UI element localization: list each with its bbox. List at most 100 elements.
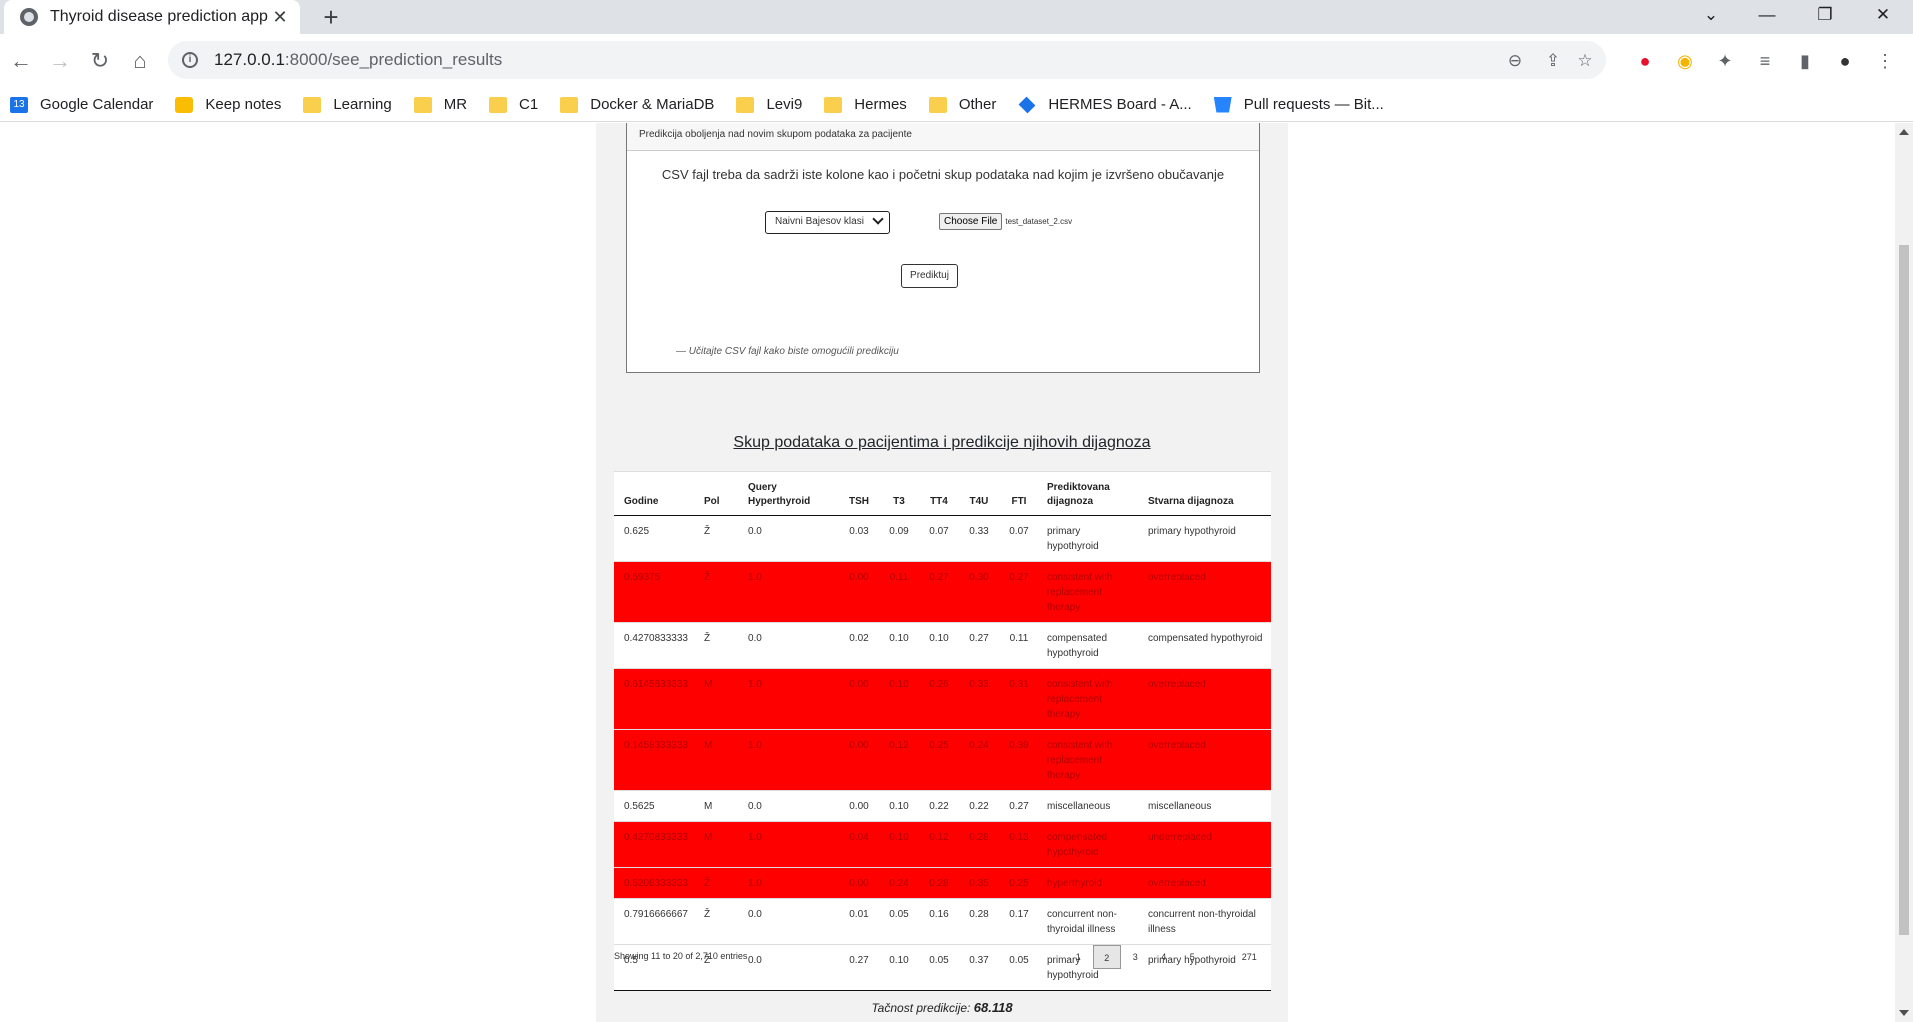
cell-sex: Ž	[693, 867, 738, 899]
bookmark-keep-notes[interactable]: Keep notes	[175, 96, 281, 113]
hermes-icon	[1018, 96, 1036, 113]
forward-button[interactable]: →	[45, 46, 75, 76]
restore-button[interactable]: ❐	[1802, 0, 1848, 30]
cell-query-hyperthyroid: 0.0	[737, 622, 837, 669]
model-select[interactable]: Naivni Bajesov klasi	[765, 211, 890, 234]
scroll-down-icon[interactable]	[1899, 1010, 1909, 1016]
browser-tab[interactable]: Thyroid disease prediction app ✕	[4, 0, 300, 34]
back-button[interactable]: ←	[6, 46, 36, 76]
table-row: 0.4270833333 M 1.0 0.04 0.10 0.12 0.28 0.13 comp…	[614, 821, 1271, 868]
page-button-3[interactable]: 3	[1121, 945, 1150, 969]
cell-t4u: 0.22	[956, 790, 997, 822]
page-button-last[interactable]: 271	[1235, 945, 1264, 969]
cell-t3: 0.10	[876, 944, 917, 991]
bookmark-folder-c1[interactable]: C1	[489, 96, 538, 113]
site-info-icon[interactable]: i	[182, 52, 198, 68]
cell-fti: 0.05	[996, 944, 1037, 991]
column-header[interactable]: FTI	[996, 471, 1037, 516]
cell-tt4: 0.16	[916, 898, 957, 945]
table-row: 0.7916666667 Ž 0.0 0.01 0.05 0.16 0.28 0.17 conc…	[614, 898, 1271, 945]
more-menu-icon[interactable]: ⋮	[1874, 50, 1896, 72]
browser-toolbar: ← → ↻ ⌂ i 127.0.0.1:8000/see_prediction_…	[0, 34, 1913, 88]
cell-sex: Ž	[693, 515, 738, 562]
zoom-icon[interactable]: ⊖	[1504, 50, 1526, 72]
file-input[interactable]: Choose File test_dataset_2.csv	[939, 213, 1072, 230]
tab-search-icon[interactable]: ⌄	[1688, 0, 1734, 30]
page-scrollbar[interactable]	[1895, 123, 1913, 1022]
cell-tt4: 0.05	[916, 944, 957, 991]
new-tab-button[interactable]: +	[316, 2, 346, 32]
column-header[interactable]: Prediktovana dijagnoza	[1036, 471, 1138, 516]
cell-age: 0.5625	[614, 790, 694, 822]
scroll-up-icon[interactable]	[1899, 129, 1909, 135]
page-ellipsis: …	[1216, 952, 1226, 962]
column-header[interactable]: T4U	[956, 471, 997, 516]
cell-actual-diagnosis: primary hypothyroid	[1137, 515, 1271, 562]
cell-query-hyperthyroid: 1.0	[737, 821, 837, 868]
bookmark-folder-hermes[interactable]: Hermes	[824, 96, 907, 113]
cell-fti: 0.11	[996, 622, 1037, 669]
colorful-extension-icon[interactable]: ◉	[1674, 50, 1696, 72]
cell-sex: M	[693, 790, 738, 822]
model-select-value: Naivni Bajesov klasi	[775, 216, 864, 227]
cell-t4u: 0.24	[956, 729, 997, 791]
predict-button[interactable]: Prediktuj	[901, 264, 958, 288]
choose-file-button[interactable]: Choose File	[939, 213, 1003, 230]
bookmark-hermes-board[interactable]: HERMES Board - A...	[1018, 96, 1192, 113]
cell-age: 0.1458333333	[614, 729, 694, 791]
minimize-button[interactable]: —	[1744, 0, 1790, 30]
bookmark-pull-requests[interactable]: Pull requests — Bit...	[1213, 96, 1384, 113]
cell-fti: 0.13	[996, 821, 1037, 868]
profile-avatar[interactable]: ●	[1834, 50, 1856, 72]
column-header[interactable]: TSH	[836, 471, 877, 516]
table-row: 0.625 Ž 0.0 0.03 0.09 0.07 0.33 0.07 primary hyp…	[614, 515, 1271, 562]
cell-tsh: 0.00	[836, 561, 877, 623]
page-button-4[interactable]: 4	[1150, 945, 1179, 969]
close-tab-icon[interactable]: ✕	[270, 7, 290, 28]
cell-sex: M	[693, 729, 738, 791]
table-row: 0.6145833333 M 1.0 0.00 0.10 0.26 0.33 0.31 cons…	[614, 668, 1271, 730]
column-header[interactable]: Query Hyperthyroid	[737, 471, 837, 516]
reload-button[interactable]: ↻	[85, 46, 115, 76]
scrollbar-thumb[interactable]	[1899, 245, 1909, 935]
cell-sex: Ž	[693, 622, 738, 669]
cell-sex: M	[693, 668, 738, 730]
home-button[interactable]: ⌂	[125, 46, 155, 76]
column-header[interactable]: TT4	[916, 471, 957, 516]
bookmark-folder-mr[interactable]: MR	[413, 96, 467, 113]
page-button-5[interactable]: 5	[1178, 945, 1207, 969]
cell-tt4: 0.27	[916, 561, 957, 623]
share-icon[interactable]: ⇪	[1542, 50, 1564, 72]
cell-t3: 0.12	[876, 729, 917, 791]
extensions-puzzle-icon[interactable]: ✦	[1714, 50, 1736, 72]
bookmark-folder-levi9[interactable]: Levi9	[736, 96, 802, 113]
column-header[interactable]: Stvarna dijagnoza	[1137, 471, 1271, 516]
address-bar[interactable]: i 127.0.0.1:8000/see_prediction_results …	[168, 41, 1606, 79]
bookmark-star-icon[interactable]: ☆	[1574, 50, 1596, 72]
column-header[interactable]: Pol	[693, 471, 738, 516]
opera-extension-icon[interactable]: ●	[1634, 50, 1656, 72]
bookmark-folder-learning[interactable]: Learning	[303, 96, 392, 113]
pagination: 1 2 3 4 5 … 271	[1064, 945, 1264, 969]
bookmark-folder-docker[interactable]: Docker & MariaDB	[560, 96, 714, 113]
media-control-icon[interactable]: ≡	[1754, 50, 1776, 72]
file-name: test_dataset_2.csv	[1005, 217, 1073, 226]
cell-predicted-diagnosis: concurrent non-thyroidal illness	[1036, 898, 1138, 945]
cell-t4u: 0.28	[956, 821, 997, 868]
page-viewport: Predikcija oboljenja nad novim skupom po…	[0, 123, 1895, 1022]
cell-query-hyperthyroid: 0.0	[737, 944, 837, 991]
cell-tt4: 0.22	[916, 790, 957, 822]
page-button-1[interactable]: 1	[1064, 945, 1093, 969]
bookmark-google-calendar[interactable]: 13 Google Calendar	[10, 96, 153, 113]
close-window-button[interactable]: ✕	[1860, 0, 1906, 30]
cell-tt4: 0.10	[916, 622, 957, 669]
folder-icon	[489, 96, 508, 113]
table-row: 0.4270833333 Ž 0.0 0.02 0.10 0.10 0.27 0.11 comp…	[614, 622, 1271, 669]
column-header[interactable]: T3	[876, 471, 917, 516]
page-button-2[interactable]: 2	[1092, 945, 1121, 969]
side-panel-icon[interactable]: ▮	[1794, 50, 1816, 72]
folder-icon	[736, 96, 755, 113]
bookmark-folder-other[interactable]: Other	[928, 96, 996, 113]
column-header[interactable]: Godine	[614, 471, 694, 516]
cell-sex: Ž	[693, 898, 738, 945]
